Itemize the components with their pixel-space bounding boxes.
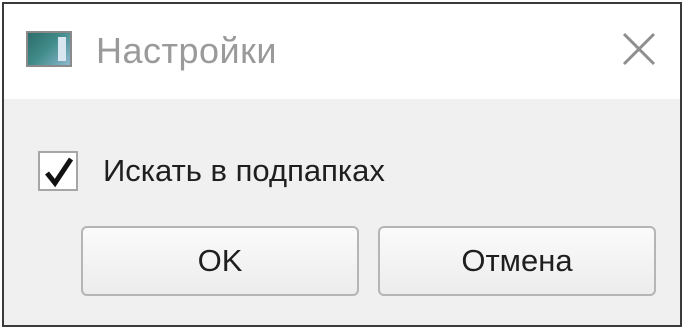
search-subfolders-option[interactable]: Искать в подпапках [38,149,385,193]
cancel-button[interactable]: Отмена [378,226,656,296]
search-subfolders-label: Искать в подпапках [103,153,385,188]
close-button[interactable] [616,26,662,72]
close-icon [622,32,656,66]
checkmark-icon [45,157,74,188]
ok-button[interactable]: OK [81,226,359,296]
app-window-icon [26,31,72,67]
settings-dialog: Настройки Искать в подпапках OK Отмена [2,2,682,327]
search-subfolders-checkbox[interactable] [38,151,78,191]
window-title: Настройки [96,30,278,71]
title-bar: Настройки [4,4,680,99]
